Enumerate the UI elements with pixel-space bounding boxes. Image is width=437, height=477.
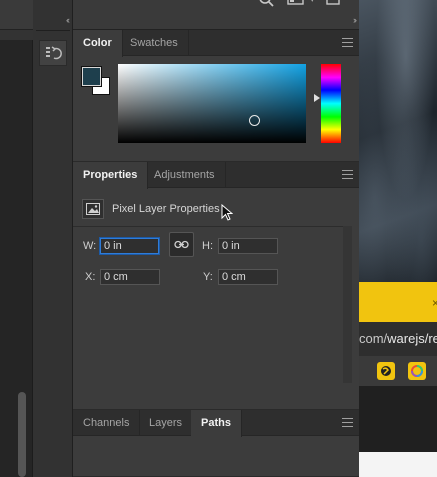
foreground-color-swatch[interactable] bbox=[81, 66, 102, 87]
saturation-brightness-field[interactable] bbox=[118, 64, 306, 143]
height-label: H: bbox=[202, 240, 213, 252]
document-tab-bar bbox=[0, 0, 33, 30]
background-browser-window: × com/warejs/re bbox=[359, 0, 437, 477]
collapse-panels-button[interactable]: ›› bbox=[353, 15, 357, 25]
y-position-input[interactable]: 0 cm bbox=[218, 269, 278, 285]
color-picker-cursor[interactable] bbox=[249, 115, 260, 126]
document-canvas-edge bbox=[0, 0, 33, 477]
properties-divider bbox=[73, 226, 343, 227]
workspace-dropdown-caret[interactable]: ▾ bbox=[310, 0, 315, 5]
hue-slider-marker[interactable] bbox=[314, 94, 320, 102]
workspace-switcher-icon[interactable] bbox=[287, 0, 305, 11]
close-icon[interactable]: × bbox=[432, 296, 437, 310]
collapsed-panel-dock: ‹‹ bbox=[33, 0, 73, 477]
width-input[interactable]: 0 in bbox=[100, 238, 159, 254]
chain-link-icon bbox=[174, 240, 189, 249]
hue-slider[interactable] bbox=[321, 64, 341, 143]
url-text: com/warejs/re bbox=[359, 331, 437, 346]
expand-dock-button[interactable]: ‹‹ bbox=[66, 15, 70, 25]
properties-header-label: Pixel Layer Properties bbox=[112, 203, 220, 215]
bookmarks-bar bbox=[359, 356, 437, 386]
properties-scrollbar[interactable] bbox=[343, 226, 352, 383]
panel-header-strip: ▾ ›› bbox=[73, 0, 359, 30]
tab-paths[interactable]: Paths bbox=[191, 410, 242, 437]
history-panel-button[interactable] bbox=[39, 40, 67, 66]
tab-layers[interactable]: Layers bbox=[139, 410, 194, 436]
width-label: W: bbox=[83, 240, 97, 252]
height-input[interactable]: 0 in bbox=[218, 238, 278, 254]
page-content-light bbox=[359, 452, 437, 477]
tab-adjustments[interactable]: Adjustments bbox=[144, 162, 226, 188]
x-position-input[interactable]: 0 cm bbox=[100, 269, 160, 285]
color-panel-tabbar: Color Swatches bbox=[73, 30, 359, 57]
pixel-layer-properties-header: Pixel Layer Properties bbox=[82, 199, 220, 219]
link-dimensions-button[interactable] bbox=[169, 232, 194, 257]
panel-menu-icon[interactable] bbox=[342, 170, 353, 179]
color-panel: Color Swatches bbox=[73, 30, 359, 162]
share-icon[interactable] bbox=[325, 0, 341, 11]
document-scrollbar[interactable] bbox=[18, 392, 26, 477]
paths-panel-tabbar: Channels Layers Paths bbox=[73, 410, 359, 437]
tab-swatches[interactable]: Swatches bbox=[120, 30, 189, 56]
url-path: warejs/re bbox=[387, 331, 437, 346]
paths-panel: Channels Layers Paths bbox=[73, 410, 359, 477]
panel-menu-icon[interactable] bbox=[342, 38, 353, 47]
address-bar[interactable]: com/warejs/re bbox=[359, 322, 437, 356]
page-content-dark bbox=[359, 386, 437, 452]
document-ruler bbox=[0, 30, 33, 40]
panel-menu-icon[interactable] bbox=[342, 418, 353, 427]
notification-banner: × bbox=[359, 282, 437, 322]
properties-panel-tabbar: Properties Adjustments bbox=[73, 162, 359, 189]
mountain-photo bbox=[359, 0, 437, 282]
color-wheel-extension-icon[interactable] bbox=[408, 362, 426, 380]
history-icon bbox=[46, 46, 62, 60]
tab-properties[interactable]: Properties bbox=[73, 162, 149, 189]
x-position-label: X: bbox=[85, 271, 96, 283]
tab-color[interactable]: Color bbox=[73, 30, 123, 57]
url-domain-suffix: com/ bbox=[359, 331, 388, 346]
panel-column: Color Swatches Properties Adjustments Pi… bbox=[73, 30, 359, 477]
foreground-background-swatches bbox=[81, 66, 112, 97]
tab-channels[interactable]: Channels bbox=[73, 410, 141, 436]
dock-divider bbox=[36, 30, 70, 31]
properties-panel: Properties Adjustments Pixel Layer Prope… bbox=[73, 162, 359, 410]
y-position-label: Y: bbox=[203, 271, 213, 283]
search-icon[interactable] bbox=[259, 0, 275, 10]
mouse-pointer-icon bbox=[221, 203, 234, 225]
globe-extension-icon[interactable] bbox=[377, 362, 395, 380]
image-layer-icon bbox=[82, 199, 104, 219]
